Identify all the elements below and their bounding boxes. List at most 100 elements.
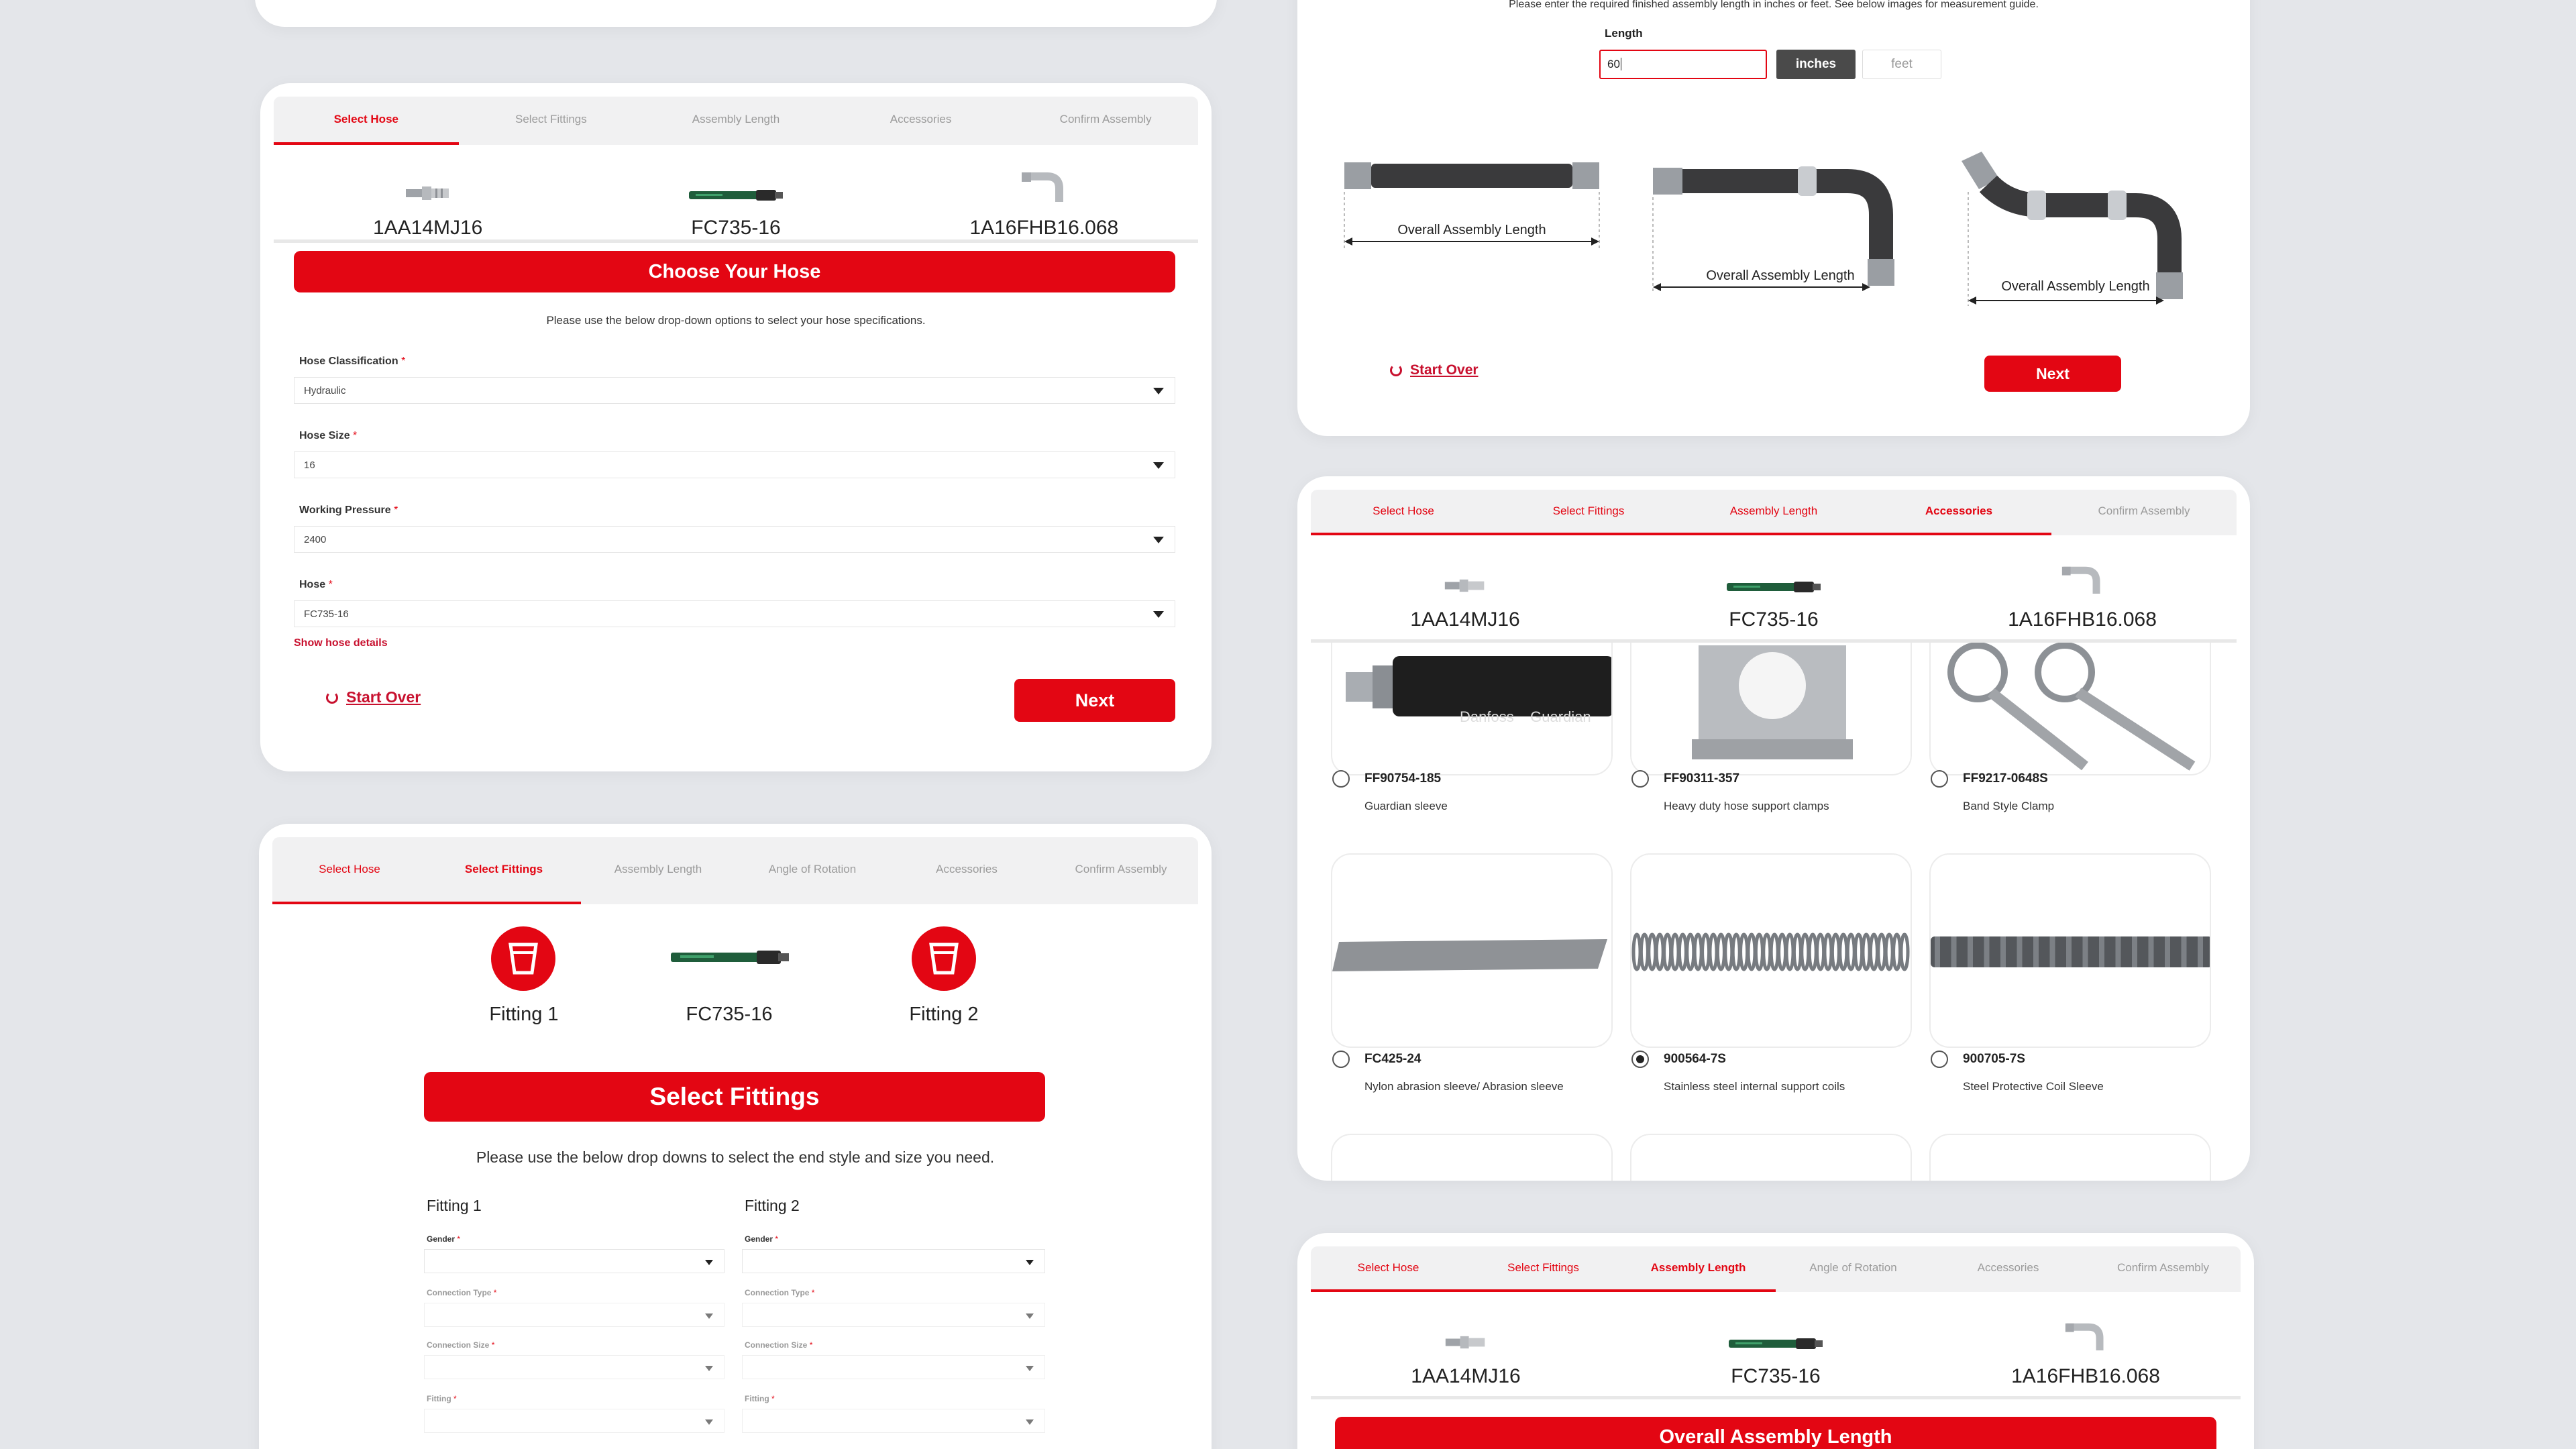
tab-accessories[interactable]: Accessories bbox=[1866, 490, 2051, 535]
tab-angle-of-rotation[interactable]: Angle of Rotation bbox=[1776, 1246, 1931, 1292]
fitting-1-icon bbox=[491, 926, 555, 991]
elbow-fitting-icon bbox=[2061, 566, 2100, 594]
step-tabs: Select Hose Select Fittings Assembly Len… bbox=[1311, 490, 2237, 535]
summary-label: 1A16FHB16.068 bbox=[2008, 608, 2157, 631]
diagram-label: Overall Assembly Length bbox=[1397, 223, 1546, 237]
tab-select-fittings[interactable]: Select Fittings bbox=[459, 97, 644, 145]
tab-accessories[interactable]: Accessories bbox=[890, 837, 1044, 904]
tab-select-hose[interactable]: Select Hose bbox=[1311, 1246, 1466, 1292]
caret-down-icon bbox=[705, 1313, 713, 1319]
accessory-code: FF90754-185 bbox=[1364, 771, 1442, 786]
caret-down-icon bbox=[1153, 388, 1164, 394]
tab-select-fittings[interactable]: Select Fittings bbox=[1496, 490, 1681, 535]
tab-select-fittings[interactable]: Select Fittings bbox=[427, 837, 581, 904]
accessory-image-box[interactable] bbox=[1929, 1134, 2211, 1181]
hose-classification-select[interactable]: Hydraulic bbox=[294, 377, 1175, 404]
tab-accessories[interactable]: Accessories bbox=[1931, 1246, 2086, 1292]
accessory-code: 900705-7S bbox=[1963, 1052, 2025, 1066]
tab-select-hose[interactable]: Select Hose bbox=[274, 97, 459, 145]
summary-label: FC735-16 bbox=[691, 217, 781, 239]
summary-label: 1AA14MJ16 bbox=[1410, 608, 1520, 631]
accessory-image-box[interactable] bbox=[1331, 1134, 1613, 1181]
accessories-card: Select Hose Select Fittings Assembly Len… bbox=[1297, 476, 2250, 1181]
fitting-2-connection-type-select[interactable] bbox=[742, 1303, 1045, 1327]
next-button[interactable]: Next bbox=[1984, 356, 2121, 392]
summary-label: 1AA14MJ16 bbox=[372, 217, 483, 239]
select-fittings-heading: Select Fittings bbox=[424, 1072, 1045, 1122]
accessory-radio[interactable] bbox=[1332, 770, 1350, 788]
accessory-description: Stainless steel internal support coils bbox=[1664, 1080, 1845, 1093]
accessory-radio[interactable] bbox=[1332, 1051, 1350, 1068]
tab-assembly-length[interactable]: Assembly Length bbox=[643, 97, 828, 145]
straight-assembly-diagram bbox=[1344, 162, 1600, 248]
step-tabs: Select Hose Select Fittings Assembly Len… bbox=[1311, 1246, 2241, 1292]
fitting-1-fitting-select[interactable] bbox=[424, 1409, 724, 1433]
start-over-link[interactable]: Start Over bbox=[1390, 362, 1479, 378]
gender-label: Gender * bbox=[427, 1234, 461, 1244]
tab-assembly-length[interactable]: Assembly Length bbox=[1621, 1246, 1776, 1292]
show-hose-details-link[interactable]: Show hose details bbox=[294, 637, 388, 649]
support-clamp-image bbox=[1692, 645, 1853, 759]
tab-angle-of-rotation[interactable]: Angle of Rotation bbox=[735, 837, 890, 904]
summary-fitting-1: 1AA14MJ16 bbox=[274, 157, 582, 239]
length-input[interactable]: 60 bbox=[1599, 50, 1767, 79]
hose-size-select[interactable]: 16 bbox=[294, 451, 1175, 478]
hose-label: FC735-16 bbox=[686, 1004, 773, 1025]
fitting-1-label: Fitting 1 bbox=[489, 1004, 559, 1025]
summary-fitting-2: 1A16FHB16.068 bbox=[1931, 1300, 2241, 1396]
connection-type-label: Connection Type * bbox=[745, 1288, 815, 1297]
tab-select-hose[interactable]: Select Hose bbox=[272, 837, 427, 904]
tab-assembly-length[interactable]: Assembly Length bbox=[581, 837, 735, 904]
fitting-1-connection-type-select[interactable] bbox=[424, 1303, 724, 1327]
length-instruction: Please enter the required finished assem… bbox=[1509, 0, 2039, 10]
accessory-image-box[interactable] bbox=[1630, 853, 1912, 1048]
fittings-help-text: Please use the below drop downs to selec… bbox=[476, 1148, 995, 1166]
summary-label: 1A16FHB16.068 bbox=[969, 217, 1119, 239]
fitting-1-connection-size-select[interactable] bbox=[424, 1355, 724, 1379]
hose-icon bbox=[1729, 1338, 1823, 1349]
caret-down-icon bbox=[1026, 1313, 1034, 1319]
summary-label: 1AA14MJ16 bbox=[1411, 1365, 1521, 1387]
tab-select-fittings[interactable]: Select Fittings bbox=[1466, 1246, 1621, 1292]
overall-assembly-length-heading: Overall Assembly Length bbox=[1335, 1417, 2216, 1449]
fitting-2-gender-select[interactable] bbox=[742, 1249, 1045, 1273]
accessory-image-box[interactable] bbox=[1331, 853, 1613, 1048]
unit-inches-button[interactable]: inches bbox=[1776, 50, 1856, 79]
band-clamp-image bbox=[1947, 642, 2196, 771]
summary-hose: FC735-16 bbox=[582, 157, 890, 239]
tab-confirm-assembly[interactable]: Confirm Assembly bbox=[2086, 1246, 2241, 1292]
tab-confirm-assembly[interactable]: Confirm Assembly bbox=[2051, 490, 2237, 535]
gender-label: Gender * bbox=[745, 1234, 779, 1244]
next-button[interactable]: Next bbox=[1014, 679, 1175, 722]
hose-select[interactable]: FC735-16 bbox=[294, 600, 1175, 627]
assembly-summary: 1AA14MJ16 FC735-16 1A16FHB16.068 bbox=[274, 157, 1198, 243]
sleeve-brand-text: Danfoss Guardian bbox=[1460, 708, 1591, 725]
accessory-radio[interactable] bbox=[1631, 770, 1649, 788]
accessory-radio[interactable] bbox=[1931, 1051, 1948, 1068]
start-over-link[interactable]: Start Over bbox=[326, 688, 421, 706]
fitting-2-fitting-select[interactable] bbox=[742, 1409, 1045, 1433]
tab-select-hose[interactable]: Select Hose bbox=[1311, 490, 1496, 535]
tab-confirm-assembly[interactable]: Confirm Assembly bbox=[1013, 97, 1198, 145]
coil-sleeve-image bbox=[1931, 936, 2210, 967]
unit-feet-button[interactable]: feet bbox=[1862, 50, 1941, 79]
accessory-radio-selected[interactable] bbox=[1631, 1051, 1649, 1068]
choose-hose-heading: Choose Your Hose bbox=[294, 251, 1175, 292]
caret-down-icon bbox=[1153, 537, 1164, 543]
fitting-1-gender-select[interactable] bbox=[424, 1249, 724, 1273]
working-pressure-label: Working Pressure * bbox=[299, 504, 398, 516]
caret-down-icon bbox=[705, 1260, 713, 1265]
accessory-image-box[interactable] bbox=[1630, 1134, 1912, 1181]
fitting-2-connection-size-select[interactable] bbox=[742, 1355, 1045, 1379]
tab-confirm-assembly[interactable]: Confirm Assembly bbox=[1044, 837, 1198, 904]
tab-assembly-length[interactable]: Assembly Length bbox=[1681, 490, 1866, 535]
accessory-image-box[interactable] bbox=[1929, 853, 2211, 1048]
working-pressure-select[interactable]: 2400 bbox=[294, 526, 1175, 553]
hose-icon bbox=[1727, 582, 1821, 592]
summary-fitting-2: 1A16FHB16.068 bbox=[1928, 543, 2237, 639]
fitting-label: Fitting * bbox=[745, 1394, 775, 1403]
tab-accessories[interactable]: Accessories bbox=[828, 97, 1014, 145]
accessory-code: 900564-7S bbox=[1664, 1052, 1726, 1066]
accessory-radio[interactable] bbox=[1931, 770, 1948, 788]
length-entry-card: Please enter the required finished assem… bbox=[1297, 0, 2250, 436]
